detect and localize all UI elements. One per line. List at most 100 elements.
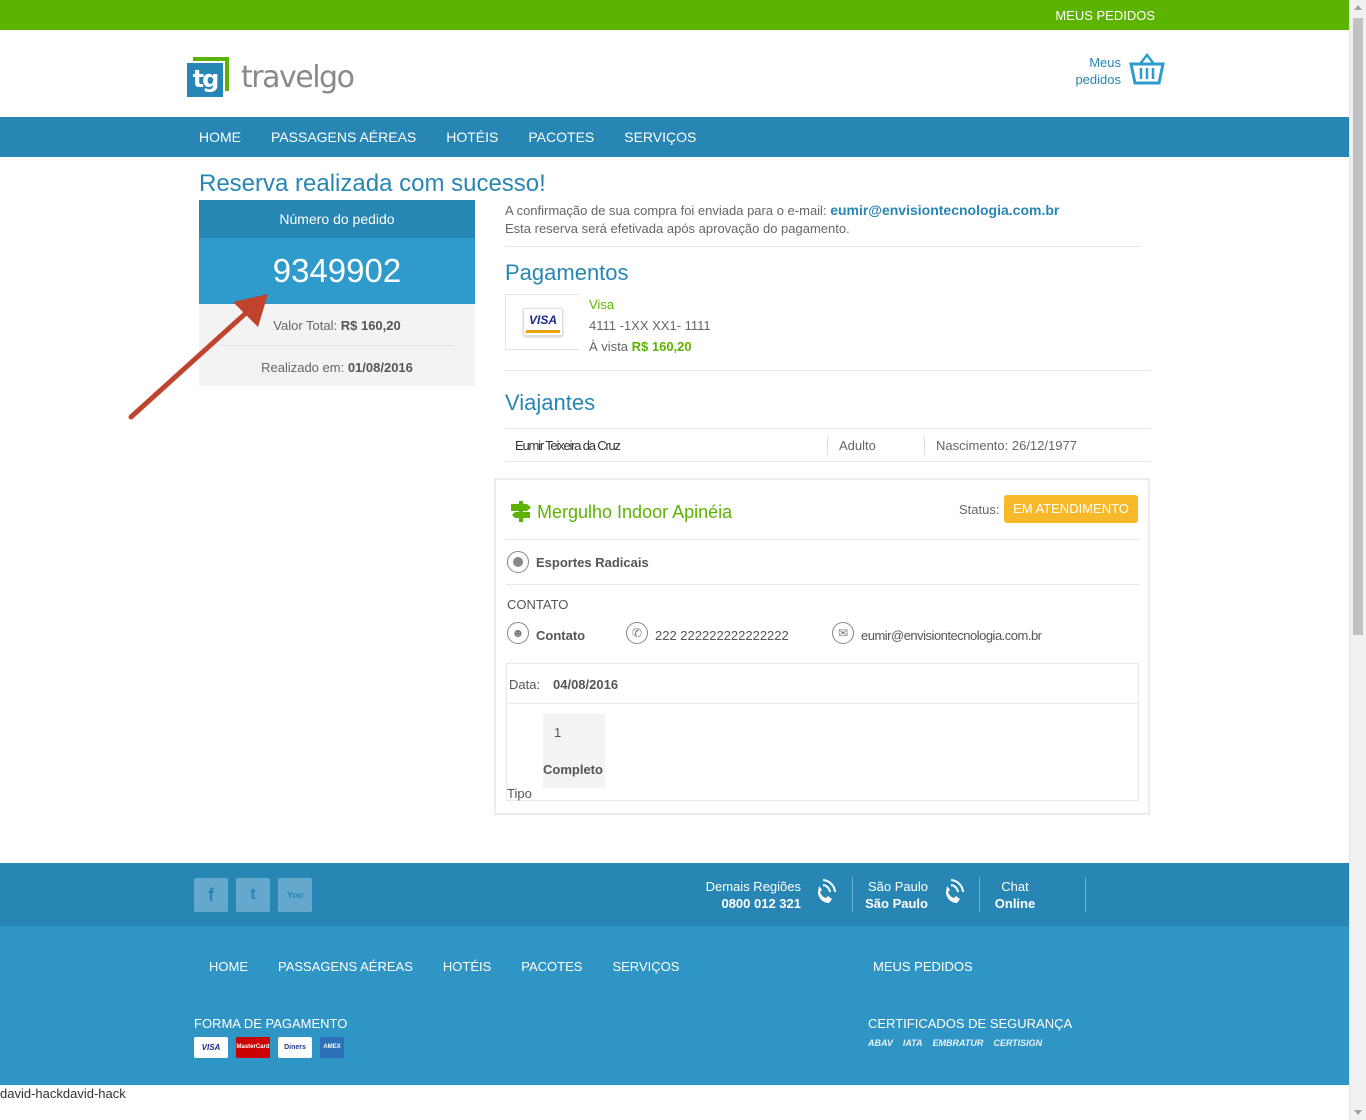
my-orders-line1: Meus bbox=[1089, 55, 1121, 70]
footer-my-orders-link[interactable]: MEUS PEDIDOS bbox=[873, 959, 973, 974]
sao-paulo-phone-block: São Paulo São Paulo bbox=[865, 878, 928, 912]
ticket-type-cell: 1 Completo bbox=[543, 714, 605, 788]
basket-icon[interactable] bbox=[1129, 52, 1165, 86]
divider bbox=[505, 246, 1141, 247]
scroll-down-arrow-icon[interactable] bbox=[1354, 1110, 1362, 1115]
order-total-value: R$ 160,20 bbox=[340, 318, 401, 333]
sao-paulo-label: São Paulo bbox=[868, 879, 928, 894]
service-date-label: Data: bbox=[509, 677, 541, 692]
nav-home[interactable]: HOME bbox=[199, 117, 241, 157]
footer-nav-flights[interactable]: PASSAGENS AÉREAS bbox=[278, 959, 413, 974]
service-schedule: Data: 04/08/2016 1 Completo Tipo bbox=[506, 663, 1139, 801]
logo-mark-letters: tg bbox=[187, 63, 223, 97]
nav-packages[interactable]: PACOTES bbox=[528, 117, 594, 157]
divider bbox=[506, 539, 1140, 540]
separator bbox=[852, 877, 853, 912]
amex-icon: AMEX bbox=[320, 1037, 344, 1058]
user-icon: ☻ bbox=[507, 622, 529, 644]
twitter-icon[interactable]: t bbox=[236, 878, 270, 912]
security-certificates-heading: CERTIFICADOS DE SEGURANÇA bbox=[868, 1016, 1073, 1031]
facebook-icon[interactable]: f bbox=[194, 878, 228, 912]
site-header: tg travelgo Meus pedidos bbox=[0, 30, 1349, 117]
logo-wordmark: travelgo bbox=[241, 59, 355, 95]
visa-icon-text: VISA bbox=[528, 313, 557, 327]
chat-label: Chat bbox=[1001, 879, 1029, 894]
security-certificates: ABAV IATA EMBRATUR CERTISIGN bbox=[868, 1038, 1052, 1048]
signpost-icon bbox=[511, 501, 531, 522]
footer-nav-services[interactable]: SERVIÇOS bbox=[612, 959, 679, 974]
ticket-type-label: Tipo bbox=[507, 786, 532, 801]
footer-nav: HOME PASSAGENS AÉREAS HOTÉIS PACOTES SER… bbox=[209, 959, 709, 974]
order-total-label: Valor Total: bbox=[273, 318, 338, 333]
ticket-type-name: Completo bbox=[543, 762, 603, 777]
order-number-label: Número do pedido bbox=[199, 200, 475, 238]
payment-brand: Visa bbox=[589, 297, 615, 312]
separator bbox=[979, 877, 980, 912]
ticket-quantity: 1 bbox=[554, 725, 562, 740]
logo-mark: tg bbox=[187, 57, 229, 97]
footer-nav-packages[interactable]: PACOTES bbox=[521, 959, 582, 974]
my-orders-link[interactable]: Meus pedidos bbox=[1075, 54, 1121, 88]
service-card: Mergulho Indoor Apinéia Status: EM ATEND… bbox=[494, 478, 1150, 815]
contact-name: Contato bbox=[536, 628, 586, 643]
phone-icon bbox=[818, 879, 836, 903]
payment-details: Visa 4111 -1XX XX1- 1111 À vista R$ 160,… bbox=[589, 294, 711, 357]
service-date-row: Data: 04/08/2016 bbox=[507, 664, 1138, 704]
footer-contact-bar: f t You Demais Regiões 0800 012 321 São … bbox=[0, 863, 1349, 926]
travelgo-logo[interactable]: tg travelgo bbox=[187, 57, 355, 97]
email-icon: ✉ bbox=[832, 622, 854, 644]
nav-hotels[interactable]: HOTÉIS bbox=[446, 117, 498, 157]
sao-paulo-phone: São Paulo bbox=[865, 896, 928, 911]
category-icon bbox=[507, 551, 529, 573]
youtube-icon[interactable]: You bbox=[278, 878, 312, 912]
contact-phone: 222 222222222222222 bbox=[655, 628, 789, 643]
diners-icon: Diners bbox=[278, 1037, 312, 1058]
divider bbox=[505, 370, 1150, 371]
confirmation-message: A confirmação de sua compra foi enviada … bbox=[505, 201, 1059, 238]
scrollbar-thumb[interactable] bbox=[1353, 18, 1363, 635]
certisign-logo: CERTISIGN bbox=[993, 1038, 1043, 1048]
abav-logo: ABAV bbox=[868, 1038, 893, 1048]
traveler-birthdate: Nascimento: 26/12/1977 bbox=[936, 438, 1077, 453]
regions-label: Demais Regiões bbox=[705, 879, 801, 894]
traveler-row: Eumir Teixeira da Cruz Adulto Nascimento… bbox=[505, 428, 1150, 462]
contact-email[interactable]: eumir@envisiontecnologia.com.br bbox=[861, 628, 1042, 643]
payment-methods: VISA MasterCard Diners AMEX bbox=[194, 1037, 352, 1058]
payments-heading: Pagamentos bbox=[505, 260, 629, 285]
phone-icon bbox=[946, 879, 964, 903]
regions-phone: 0800 012 321 bbox=[721, 896, 801, 911]
embratur-logo: EMBRATUR bbox=[932, 1038, 984, 1048]
top-bar: MEUS PEDIDOS bbox=[0, 0, 1349, 30]
traveler-name: Eumir Teixeira da Cruz bbox=[515, 438, 621, 453]
service-title: Mergulho Indoor Apinéia bbox=[537, 502, 733, 522]
confirmation-email[interactable]: eumir@envisiontecnologia.com.br bbox=[830, 202, 1059, 218]
payment-card-number: 4111 -1XX XX1- 1111 bbox=[589, 318, 711, 333]
vertical-scrollbar[interactable] bbox=[1349, 0, 1366, 1120]
payment-card-thumbnail: VISA bbox=[505, 294, 579, 350]
page-title: Reserva realizada com sucesso! bbox=[199, 170, 546, 197]
confirmation-note: Esta reserva será efetivada após aprovaç… bbox=[505, 221, 850, 236]
main-nav: HOME PASSAGENS AÉREAS HOTÉIS PACOTES SER… bbox=[0, 117, 1349, 157]
order-date-value: 01/08/2016 bbox=[347, 360, 413, 375]
payment-methods-heading: FORMA DE PAGAMENTO bbox=[194, 1016, 348, 1031]
footer-nav-home[interactable]: HOME bbox=[209, 959, 248, 974]
footer-nav-hotels[interactable]: HOTÉIS bbox=[443, 959, 491, 974]
service-date-value: 04/08/2016 bbox=[553, 677, 619, 692]
nav-services[interactable]: SERVIÇOS bbox=[624, 117, 696, 157]
iata-logo: IATA bbox=[902, 1038, 923, 1048]
nav-flights[interactable]: PASSAGENS AÉREAS bbox=[271, 117, 416, 157]
chat-block[interactable]: Chat Online bbox=[994, 878, 1036, 912]
payment-amount: R$ 160,20 bbox=[631, 339, 692, 354]
my-orders-line2: pedidos bbox=[1075, 72, 1121, 87]
annotation-arrow-icon bbox=[128, 294, 268, 420]
top-my-orders-link[interactable]: MEUS PEDIDOS bbox=[1055, 8, 1155, 23]
status-label: Status: bbox=[959, 502, 1000, 517]
footer: HOME PASSAGENS AÉREAS HOTÉIS PACOTES SER… bbox=[0, 926, 1349, 1085]
column-separator bbox=[827, 437, 828, 455]
scroll-up-arrow-icon[interactable] bbox=[1354, 5, 1362, 10]
page-caption: david-hackdavid-hack bbox=[0, 1086, 126, 1101]
traveler-type: Adulto bbox=[839, 438, 876, 453]
visa-card-icon: VISA bbox=[194, 1037, 228, 1058]
status-badge: EM ATENDIMENTO bbox=[1004, 495, 1138, 523]
chat-status: Online bbox=[994, 896, 1036, 911]
